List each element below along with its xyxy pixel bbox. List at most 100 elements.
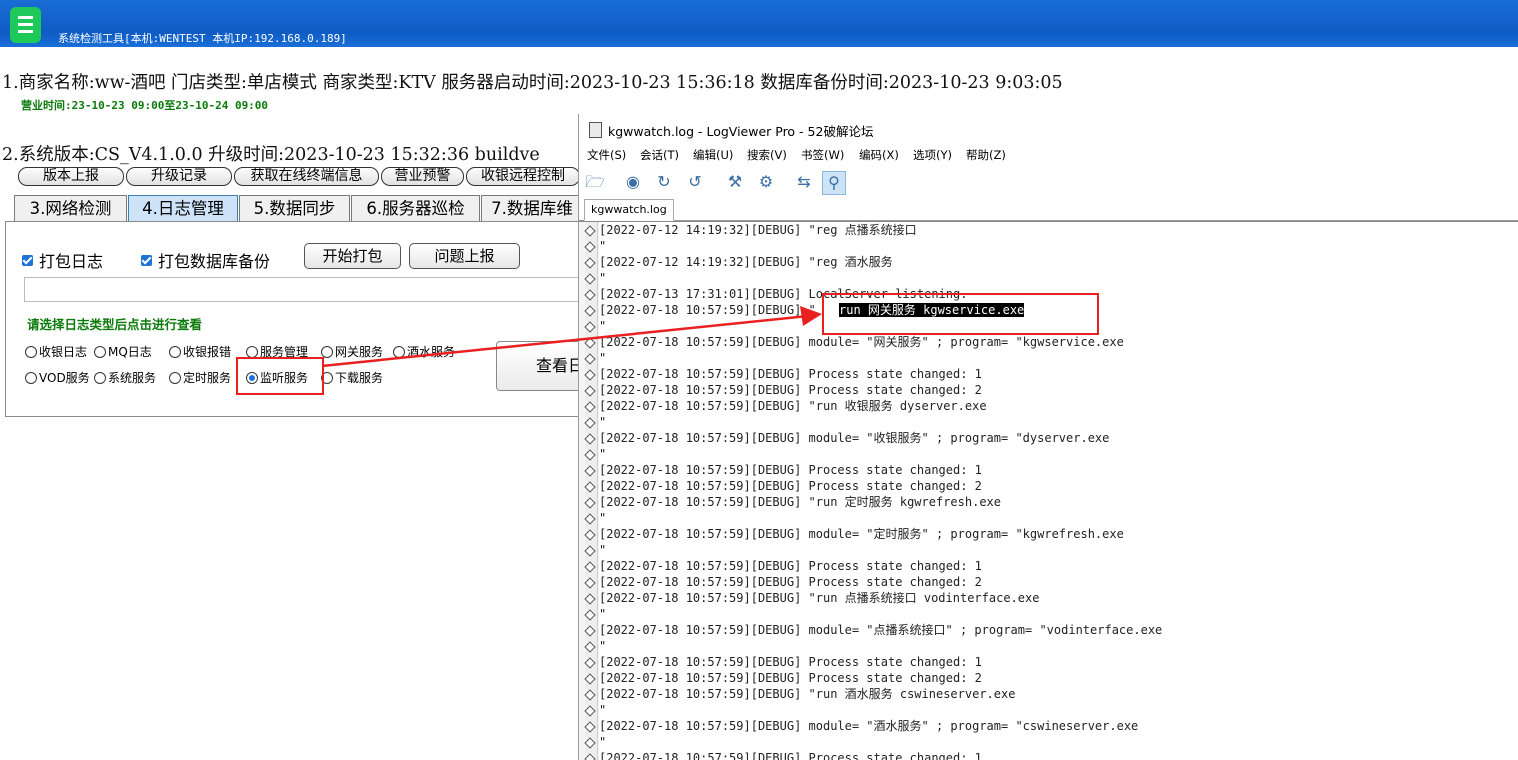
- log-line: [2022-07-18 10:57:59][DEBUG] Process sta…: [599, 559, 982, 573]
- report-version-button[interactable]: 版本上报: [18, 167, 124, 186]
- binoculars-icon[interactable]: ◉: [622, 171, 644, 193]
- tools-icon[interactable]: ⚒: [724, 171, 746, 193]
- upgrade-log-button[interactable]: 升级记录: [126, 167, 232, 186]
- line-marker-icon: [584, 401, 596, 413]
- pack-path-field[interactable]: [24, 277, 581, 302]
- menu-bookmark[interactable]: 书签(W): [801, 147, 844, 163]
- radio-wine-service[interactable]: 酒水服务: [393, 343, 455, 360]
- highlight-box-radio: [236, 357, 324, 395]
- radio-cashier-log[interactable]: 收银日志: [25, 343, 87, 360]
- radio-mq-log[interactable]: MQ日志: [94, 343, 152, 360]
- radio-label: 定时服务: [183, 371, 232, 385]
- line-marker-icon: [584, 481, 596, 493]
- undo-icon[interactable]: ↺: [684, 171, 706, 193]
- start-pack-button[interactable]: 开始打包: [304, 243, 401, 269]
- cashier-remote-control-button[interactable]: 收银远程控制: [466, 167, 580, 186]
- line-marker-icon: [584, 449, 596, 461]
- menu-search[interactable]: 搜索(V): [747, 147, 787, 163]
- line-marker-icon: [584, 593, 596, 605]
- radio-cashier-error[interactable]: 收银报错: [169, 343, 231, 360]
- line-marker-icon: [584, 305, 596, 317]
- logviewer-menu-bar: 文件(S) 会话(T) 编辑(U) 搜索(V) 书签(W) 编码(X) 选项(Y…: [579, 146, 1518, 166]
- line-marker-icon: [584, 721, 596, 733]
- log-type-prompt: 请选择日志类型后点击进行查看: [27, 317, 203, 332]
- line-marker-icon: [584, 513, 596, 525]
- radio-label: 系统服务: [108, 371, 157, 385]
- log-line: [2022-07-18 10:57:59][DEBUG] Process sta…: [599, 655, 982, 669]
- line-marker-icon: [584, 625, 596, 637]
- log-line: [2022-07-18 10:57:59][DEBUG] module= "收银…: [599, 431, 1110, 445]
- radio-icon: [94, 345, 106, 358]
- tab-network-check[interactable]: 3.网络检测: [14, 195, 127, 222]
- log-line: [2022-07-18 10:57:59][DEBUG] "run 点播系统接口…: [599, 591, 1040, 605]
- log-line: [2022-07-18 10:57:59][DEBUG] Process sta…: [599, 367, 982, 381]
- pack-db-backup-checkbox[interactable]: 打包数据库备份: [141, 248, 270, 272]
- line-marker-icon: [584, 609, 596, 621]
- redo-icon[interactable]: ↻: [653, 171, 675, 193]
- tab-log-management[interactable]: 4.日志管理: [128, 195, 238, 222]
- open-folder-icon[interactable]: 🗁: [584, 171, 606, 193]
- radio-icon: [25, 371, 37, 384]
- menu-help[interactable]: 帮助(Z): [966, 147, 1006, 163]
- log-line: [2022-07-18 10:57:59][DEBUG] "run 定时服务 k…: [599, 495, 1002, 509]
- log-gutter: [584, 222, 598, 760]
- document-icon: [589, 122, 602, 138]
- tab-data-sync[interactable]: 5.数据同步: [239, 195, 350, 222]
- file-tab-kgwwatch[interactable]: kgwwatch.log: [584, 199, 674, 221]
- log-line: ": [599, 351, 607, 365]
- radio-icon: [25, 345, 37, 358]
- menu-file[interactable]: 文件(S): [587, 147, 626, 163]
- menu-options[interactable]: 选项(Y): [913, 147, 952, 163]
- radio-icon: [169, 371, 181, 384]
- get-online-terminals-button[interactable]: 获取在线终端信息: [234, 167, 379, 186]
- log-line: ": [599, 271, 607, 285]
- line-marker-icon: [584, 529, 596, 541]
- log-line: ": [599, 543, 607, 557]
- version-info-line: 2.系统版本:CS_V4.1.0.0 升级时间:2023-10-23 15:32…: [2, 145, 540, 165]
- radio-gateway-service[interactable]: 网关服务: [321, 343, 383, 360]
- log-line: ": [599, 639, 607, 653]
- line-marker-icon: [584, 353, 596, 365]
- radio-timer-service[interactable]: 定时服务: [169, 369, 231, 386]
- tab-server-inspection[interactable]: 6.服务器巡检: [351, 195, 480, 222]
- log-line: [2022-07-18 10:57:59][DEBUG] module= "定时…: [599, 527, 1124, 541]
- line-marker-icon: [584, 465, 596, 477]
- log-line: ": [599, 511, 607, 525]
- line-marker-icon: [584, 657, 596, 669]
- radio-system-service[interactable]: 系统服务: [94, 369, 156, 386]
- menu-encoding[interactable]: 编码(X): [859, 147, 899, 163]
- log-line: [2022-07-18 10:57:59][DEBUG] module= "网关…: [599, 335, 1124, 349]
- line-marker-icon: [584, 321, 596, 333]
- pack-db-backup-label: 打包数据库备份: [158, 252, 271, 271]
- business-warning-button[interactable]: 营业预警: [381, 167, 464, 186]
- refresh-icon[interactable]: ⇆: [793, 171, 815, 193]
- line-marker-icon: [584, 257, 596, 269]
- settings-icon[interactable]: ⚙: [755, 171, 777, 193]
- line-marker-icon: [584, 385, 596, 397]
- menu-edit[interactable]: 编辑(U): [693, 147, 733, 163]
- log-line: ": [599, 239, 607, 253]
- line-marker-icon: [584, 289, 596, 301]
- line-marker-icon: [584, 433, 596, 445]
- radio-vod-service[interactable]: VOD服务: [25, 369, 90, 386]
- logviewer-window: kgwwatch.log - LogViewer Pro - 52破解论坛 文件…: [578, 114, 1518, 760]
- radio-icon: [321, 345, 333, 358]
- log-line: [2022-07-18 10:57:59][DEBUG] Process sta…: [599, 671, 982, 685]
- pack-log-label: 打包日志: [39, 252, 104, 271]
- search-document-icon[interactable]: ⚲: [822, 171, 846, 195]
- radio-icon: [169, 345, 181, 358]
- radio-download-service[interactable]: 下载服务: [321, 369, 383, 386]
- log-line: [2022-07-18 10:57:59][DEBUG] "run 酒水服务 c…: [599, 687, 1016, 701]
- tab-database-maintenance[interactable]: 7.数据库维: [481, 195, 583, 222]
- menu-session[interactable]: 会话(T): [640, 147, 679, 163]
- line-marker-icon: [584, 705, 596, 717]
- log-line: ": [599, 607, 607, 621]
- report-issue-button[interactable]: 问题上报: [409, 243, 520, 269]
- log-line: [2022-07-18 10:57:59][DEBUG] ": [599, 303, 816, 317]
- radio-icon: [94, 371, 106, 384]
- line-marker-icon: [584, 641, 596, 653]
- checkbox-checked-icon: [22, 255, 33, 266]
- log-line: [2022-07-12 14:19:32][DEBUG] "reg 酒水服务: [599, 255, 893, 269]
- log-line: [2022-07-18 10:57:59][DEBUG] Process sta…: [599, 575, 982, 589]
- pack-log-checkbox[interactable]: 打包日志: [22, 248, 103, 272]
